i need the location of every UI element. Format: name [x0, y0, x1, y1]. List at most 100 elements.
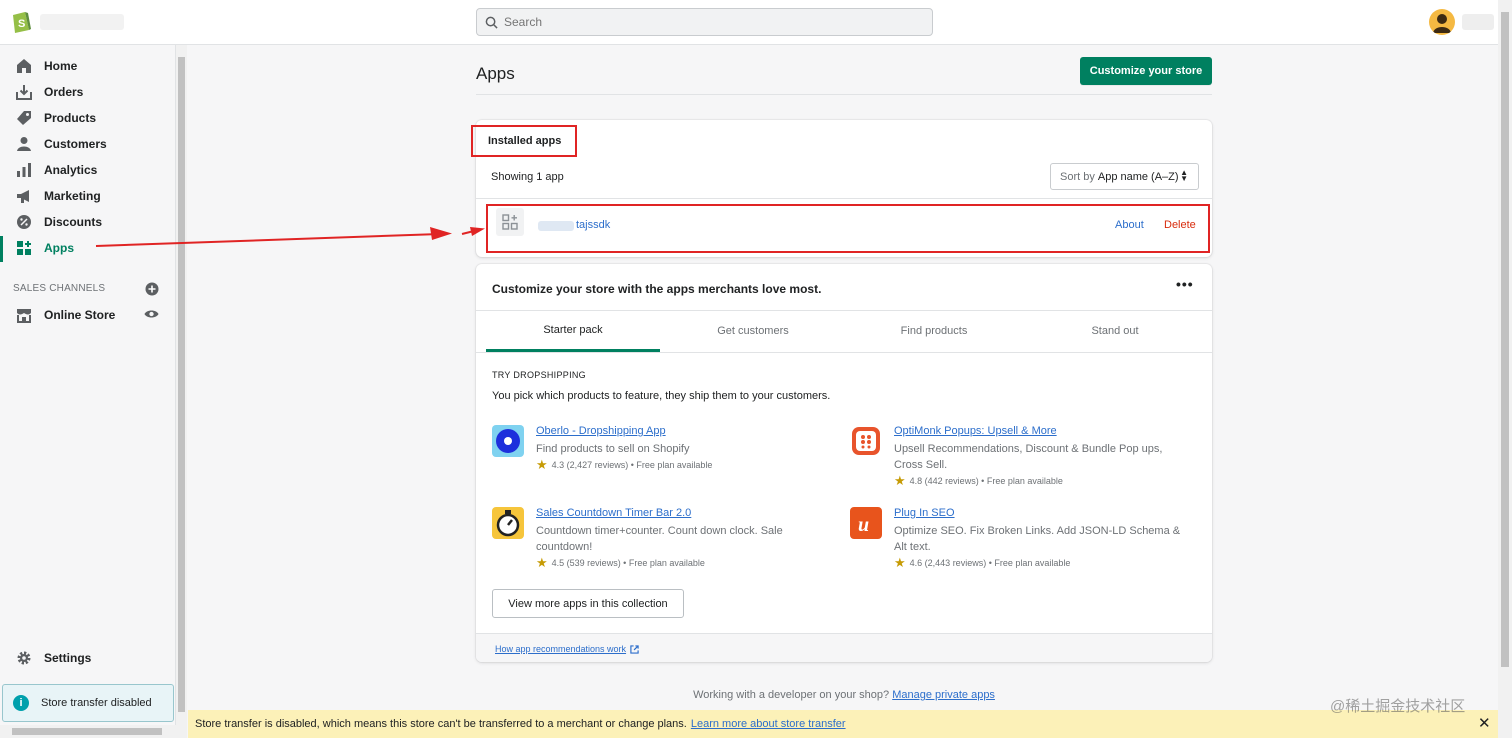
private-apps-line: Working with a developer on your shop? M…	[476, 689, 1212, 701]
sidebar-item-label: Home	[44, 59, 78, 73]
customize-store-button[interactable]: Customize your store	[1080, 57, 1212, 85]
star-icon: ★	[536, 555, 548, 570]
tab-find-products[interactable]: Find products	[847, 310, 1021, 352]
store-transfer-status[interactable]: i Store transfer disabled	[2, 684, 174, 722]
sidebar-item-label: Marketing	[44, 189, 101, 203]
view-more-apps-button[interactable]: View more apps in this collection	[492, 589, 684, 618]
store-name-redacted	[40, 14, 124, 30]
section-description: You pick which products to feature, they…	[492, 390, 831, 402]
sidebar-item-label: Analytics	[44, 163, 98, 177]
sidebar-item-label: Apps	[44, 241, 74, 255]
orders-icon	[16, 85, 32, 100]
recommended-app: OptiMonk Popups: Upsell & More Upsell Re…	[850, 425, 1180, 489]
app-name-link[interactable]: OptiMonk Popups: Upsell & More	[894, 425, 1057, 437]
tab-starter-pack[interactable]: Starter pack	[486, 310, 660, 352]
sort-prefix: Sort by	[1060, 170, 1095, 183]
search-bar[interactable]	[476, 8, 933, 36]
optimonk-logo-icon[interactable]	[850, 425, 882, 457]
top-bar: S	[0, 0, 1498, 45]
plug-in-seo-logo-icon[interactable]: u	[850, 507, 882, 539]
store-transfer-label: Store transfer disabled	[41, 697, 152, 709]
section-title: TRY DROPSHIPPING	[492, 370, 586, 380]
apps-icon	[17, 241, 31, 255]
sales-channels-title: SALES CHANNELS	[13, 283, 106, 294]
sidebar-item-settings[interactable]: Settings	[0, 645, 176, 671]
search-input[interactable]	[504, 15, 904, 29]
app-rating: ★ 4.5 (539 reviews) • Free plan availabl…	[536, 555, 705, 571]
sidebar-item-label: Orders	[44, 85, 84, 99]
sidebar-item-apps[interactable]: Apps	[0, 235, 176, 261]
app-rating: ★ 4.6 (2,443 reviews) • Free plan availa…	[894, 555, 1070, 571]
shopify-logo-icon[interactable]: S	[10, 10, 32, 34]
app-rating: ★ 4.3 (2,427 reviews) • Free plan availa…	[536, 457, 712, 473]
app-rating: ★ 4.8 (442 reviews) • Free plan availabl…	[894, 473, 1063, 489]
showing-count: Showing 1 app	[491, 171, 564, 183]
bar-chart-icon	[17, 163, 31, 177]
divider	[476, 352, 1212, 353]
more-options-icon[interactable]: •••	[1176, 276, 1194, 292]
star-icon: ★	[894, 555, 906, 570]
star-icon: ★	[536, 457, 548, 472]
rating-text: 4.6 (2,443 reviews) • Free plan availabl…	[909, 558, 1071, 568]
sort-select[interactable]: Sort by App name (A–Z) ▲ ▼	[1050, 163, 1199, 190]
sidebar-item-products[interactable]: Products	[0, 105, 176, 131]
page-scrollbar[interactable]	[1498, 0, 1512, 738]
private-apps-text: Working with a developer on your shop?	[693, 689, 890, 701]
how-recommendations-work-link[interactable]: How app recommendations work	[495, 644, 639, 654]
app-name-link[interactable]: Sales Countdown Timer Bar 2.0	[536, 507, 691, 519]
tag-icon	[17, 111, 31, 125]
app-description: Countdown timer+counter. Count down cloc…	[536, 525, 783, 553]
tab-get-customers[interactable]: Get customers	[666, 310, 840, 352]
add-sales-channel-icon[interactable]	[145, 282, 159, 296]
sidebar-item-analytics[interactable]: Analytics	[0, 157, 176, 183]
page-title: Apps	[476, 64, 515, 83]
app-description: Upsell Recommendations, Discount & Bundl…	[894, 443, 1163, 471]
external-link-icon	[630, 644, 639, 654]
eye-icon[interactable]	[144, 308, 159, 320]
store-transfer-banner: Store transfer is disabled, which means …	[188, 710, 1498, 738]
learn-more-store-transfer-link[interactable]: Learn more about store transfer	[691, 718, 846, 730]
app-name-link[interactable]: Plug In SEO	[894, 507, 955, 519]
sidebar-scrollbar[interactable]	[176, 45, 187, 725]
divider	[476, 94, 1212, 95]
recommended-app: u Plug In SEO Optimize SEO. Fix Broken L…	[850, 507, 1180, 571]
home-icon	[17, 59, 31, 73]
svg-text:u: u	[858, 514, 869, 536]
sidebar-item-label: Discounts	[44, 215, 103, 229]
person-icon	[1433, 14, 1451, 33]
sidebar-item-label: Customers	[44, 137, 107, 151]
store-icon	[17, 309, 31, 323]
close-icon[interactable]: ✕	[1478, 716, 1491, 731]
user-name-redacted	[1462, 14, 1494, 30]
sidebar-item-label: Settings	[44, 651, 92, 665]
sidebar-item-home[interactable]: Home	[0, 53, 176, 79]
oberlo-logo-icon[interactable]	[492, 425, 524, 457]
how-link-text: How app recommendations work	[495, 644, 627, 654]
svg-text:S: S	[18, 18, 25, 30]
sidebar-item-label: Products	[44, 111, 97, 125]
rating-text: 4.3 (2,427 reviews) • Free plan availabl…	[551, 460, 713, 470]
sidebar-item-discounts[interactable]: Discounts	[0, 209, 176, 235]
app-name-link[interactable]: Oberlo - Dropshipping App	[536, 425, 666, 437]
discount-icon	[17, 215, 31, 229]
sidebar-item-customers[interactable]: Customers	[0, 131, 176, 157]
manage-private-apps-link[interactable]: Manage private apps	[892, 689, 995, 701]
sidebar-item-orders[interactable]: Orders	[0, 79, 176, 105]
recommended-app: Sales Countdown Timer Bar 2.0 Countdown …	[492, 507, 822, 571]
gear-icon	[17, 651, 31, 665]
banner-text: Store transfer is disabled, which means …	[195, 718, 687, 730]
rating-text: 4.5 (539 reviews) • Free plan available	[551, 558, 705, 568]
sidebar-horizontal-scrollbar[interactable]	[0, 725, 187, 738]
sidebar-item-marketing[interactable]: Marketing	[0, 183, 176, 209]
app-description: Optimize SEO. Fix Broken Links. Add JSON…	[894, 525, 1181, 553]
countdown-timer-logo-icon[interactable]	[492, 507, 524, 539]
rating-text: 4.8 (442 reviews) • Free plan available	[909, 476, 1063, 486]
tab-stand-out[interactable]: Stand out	[1028, 310, 1202, 352]
watermark: @稀土掘金技术社区	[1330, 698, 1466, 715]
sidebar-item-label: Online Store	[44, 308, 116, 322]
recommendations-card: Customize your store with the apps merch…	[476, 264, 1212, 662]
recommended-app: Oberlo - Dropshipping App Find products …	[492, 425, 822, 473]
user-avatar[interactable]	[1429, 9, 1455, 35]
search-icon	[485, 16, 498, 29]
sort-value: App name (A–Z)	[1097, 170, 1179, 183]
